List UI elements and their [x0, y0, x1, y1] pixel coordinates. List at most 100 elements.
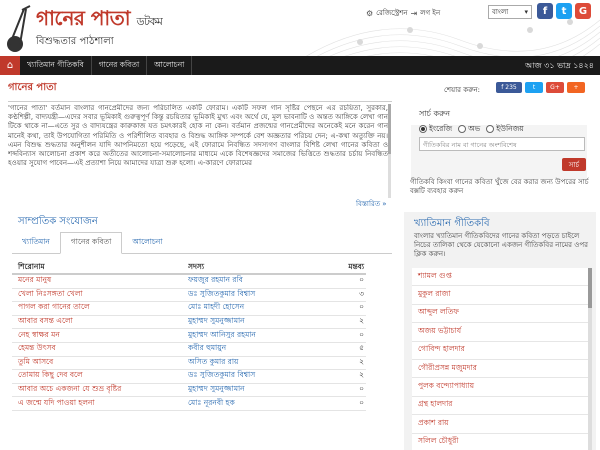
- table-row[interactable]: মনের মানুষ ফয়জুর রহমান রবি ০: [12, 275, 366, 289]
- table-row[interactable]: খেলা নিঃসঙ্গতা খেলা ডঃ সুজিতকুমার বিশ্বাস…: [12, 289, 366, 303]
- sidebar-description: বাংলার খ্যাতিমান গীতিকবিদের গানের কবিতা …: [414, 232, 589, 258]
- row-member[interactable]: মোঃ নূরনবী হক: [188, 398, 338, 410]
- music-notes-background: [306, 19, 600, 56]
- share-twitter-button[interactable]: t: [525, 82, 543, 93]
- table-row[interactable]: আবার অচে একজনা যে শুভ্র বৃষ্টির মুহাম্মদ …: [12, 384, 366, 398]
- table-row[interactable]: হেমন্ত উৎসব কবীর হুমায়ুন ৫: [12, 343, 366, 357]
- lyricist-list-scrollbar[interactable]: [588, 268, 592, 450]
- row-title[interactable]: পাগল করা গানের তালে: [12, 302, 188, 314]
- row-comments: ২: [359, 370, 364, 380]
- radio-label: ইংরেজি: [429, 124, 453, 133]
- lyricist-item[interactable]: আব্দুল লতিফ: [412, 304, 588, 324]
- table-row[interactable]: এ জন্মে যদি পাওয়া হলনা মোঃ নূরনবী হক ০: [12, 397, 366, 411]
- row-title[interactable]: নেহ স্বাক্ষর মন: [12, 330, 188, 342]
- logo-title: গানের পাতা: [36, 6, 131, 30]
- facebook-icon[interactable]: f: [537, 3, 553, 19]
- google-plus-icon[interactable]: G: [575, 3, 591, 19]
- row-comments: ০: [359, 384, 364, 394]
- row-member[interactable]: মুহাম্মদ সুমনুজ্জামান: [188, 384, 338, 396]
- recent-section-title: সাম্প্রতিক সংযোজন: [18, 216, 98, 227]
- row-title[interactable]: খেলা নিঃসঙ্গতা খেলা: [12, 289, 188, 301]
- table-row[interactable]: নেহ স্বাক্ষর মন মুহাম্মদ আনিসুর রহমান ০: [12, 329, 366, 343]
- recent-table: শিরোনাম সদস্য মন্তব্য মনের মানুষ ফয়জুর র…: [12, 262, 366, 411]
- radio-label: ইউনিজয়: [496, 124, 524, 133]
- radio-label: অভ: [468, 124, 481, 133]
- row-comments: ৫: [359, 343, 364, 353]
- language-select[interactable]: বাংলা ▾: [488, 5, 532, 19]
- table-row[interactable]: তোমায় কিছু দেব বলে ডঃ সুজিতকুমার বিশ্বাস…: [12, 370, 366, 384]
- top-links: ⚙ রেজিস্ট্রেশন ⇥ লগ ইন: [366, 7, 440, 19]
- radio-avro[interactable]: অভ: [458, 124, 480, 136]
- table-body: মনের মানুষ ফয়জুর রহমান রবি ০ খেলা নিঃসঙ্গত…: [12, 275, 366, 411]
- nav-item-lyrics[interactable]: গানের কবিতা: [92, 56, 148, 75]
- lyricist-item[interactable]: প্রকাশ রায়: [412, 415, 588, 434]
- row-title[interactable]: তোমায় কিছু দেব বলে: [12, 370, 188, 382]
- sidebar-title: খ্যাতিমান গীতিকবি: [414, 218, 490, 229]
- logo-dotcom: ডটকম: [136, 15, 163, 28]
- table-row[interactable]: তুমি আসবে অসিত কুমার রায় ২: [12, 357, 366, 371]
- tab-discussion[interactable]: আলোচনা: [122, 232, 172, 254]
- row-title[interactable]: আবার বসন্ত এলো: [12, 316, 188, 328]
- lyricist-item[interactable]: শ্যামল গুপ্ত: [412, 268, 588, 287]
- table-row[interactable]: আবার বসন্ত এলো মুহাম্মদ সুমনুজ্জামান ২: [12, 316, 366, 330]
- row-title[interactable]: এ জন্মে যদি পাওয়া হলনা: [12, 398, 188, 410]
- row-comments: ০: [359, 329, 364, 339]
- lyricist-item[interactable]: পুলক বন্দ্যোপাধ্যায়: [412, 378, 588, 397]
- row-member[interactable]: কবীর হুমায়ুন: [188, 343, 338, 355]
- row-member[interactable]: অসিত কুমার রায়: [188, 357, 338, 369]
- radio-english[interactable]: ইংরেজি: [419, 124, 452, 136]
- main-nav: ⌂ খ্যাতিমান গীতিকবি গানের কবিতা আলোচনা আ…: [0, 56, 600, 75]
- more-link[interactable]: বিস্তারিত »: [356, 198, 387, 210]
- lyricist-item[interactable]: সলিল চৌধুরী: [412, 433, 588, 450]
- lyricist-item[interactable]: অজয় ভট্টাচার্য: [412, 323, 588, 342]
- share-facebook-button[interactable]: f 235: [496, 82, 522, 93]
- divider: [8, 101, 392, 102]
- row-member[interactable]: মুহাম্মদ আনিসুর রহমান: [188, 330, 338, 342]
- lyricist-item[interactable]: গোবিন্দ হালদার: [412, 341, 588, 360]
- search-button[interactable]: সার্চ: [562, 158, 586, 171]
- register-link[interactable]: রেজিস্ট্রেশন: [376, 7, 407, 19]
- row-member[interactable]: ডঃ সুজিতকুমার বিশ্বাস: [188, 289, 338, 301]
- radio-button[interactable]: [458, 125, 467, 133]
- row-comments: ০: [359, 302, 364, 312]
- home-icon[interactable]: ⌂: [0, 56, 20, 75]
- row-title[interactable]: তুমি আসবে: [12, 357, 188, 369]
- lyricist-list: শ্যামল গুপ্ত মুকুল রাজা আব্দুল লতিফ অজয় ভট…: [412, 268, 588, 450]
- column-member-header: সদস্য: [188, 261, 205, 271]
- share-more-button[interactable]: +: [567, 82, 585, 93]
- lyricist-item[interactable]: গ্ৰন্থ হালদার: [412, 396, 588, 416]
- row-comments: ৩: [359, 288, 364, 298]
- row-member[interactable]: ডঃ সুজিতকুমার বিশ্বাস: [188, 370, 338, 382]
- current-date: আজ ৩১ ভাদ্র ১৪২৪: [525, 61, 594, 70]
- language-value: বাংলা: [492, 8, 509, 16]
- logo-tagline: বিশুদ্ধতার পাঠশালা: [36, 36, 114, 47]
- chevron-down-icon: ▾: [524, 8, 528, 16]
- row-title[interactable]: আবার অচে একজনা যে শুভ্র বৃষ্টির: [12, 384, 188, 396]
- radio-unijoy[interactable]: ইউনিজয়: [486, 124, 524, 136]
- nav-item-discussion[interactable]: আলোচনা: [147, 56, 193, 75]
- row-title[interactable]: হেমন্ত উৎসব: [12, 343, 188, 355]
- table-row[interactable]: পাগল করা গানের তালে মোঃ মাহদী হোসেন ০: [12, 302, 366, 316]
- twitter-icon[interactable]: t: [556, 3, 572, 19]
- gear-icon: ⚙: [366, 8, 374, 18]
- tab-lyricists[interactable]: খ্যাতিমান: [12, 232, 60, 254]
- lyricist-item[interactable]: মুকুল রাজা: [412, 286, 588, 305]
- intro-text: 'গানের পাতা' বর্তমান বাংলার গানপ্রেমীদের…: [8, 104, 388, 168]
- radio-button[interactable]: [486, 125, 495, 133]
- row-member[interactable]: ফয়জুর রহমান রবি: [188, 275, 338, 287]
- tab-lyrics[interactable]: গানের কবিতা: [59, 232, 123, 254]
- share-google-button[interactable]: G+: [546, 82, 564, 93]
- row-member[interactable]: মোঃ মাহদী হোসেন: [188, 302, 338, 314]
- login-link[interactable]: লগ ইন: [420, 7, 440, 19]
- search-input[interactable]: গীতিকবির নাম বা গানের অংশবিশেষ: [419, 137, 585, 151]
- site-logo[interactable]: গানের পাতা ডটকম: [36, 4, 163, 37]
- row-member[interactable]: মুহাম্মদ সুমনুজ্জামান: [188, 316, 338, 328]
- recent-tabs: খ্যাতিমান গানের কবিতা আলোচনা: [12, 232, 392, 254]
- lyricist-item[interactable]: গৌরীপ্রসন্ন মজুমদার: [412, 359, 588, 379]
- row-comments: ২: [359, 356, 364, 366]
- nav-item-lyricists[interactable]: খ্যাতিমান গীতিকবি: [20, 56, 92, 75]
- radio-button[interactable]: [419, 125, 427, 133]
- row-title[interactable]: মনের মানুষ: [12, 275, 188, 287]
- intro-scrollbar[interactable]: [388, 104, 391, 198]
- column-title-header: শিরোনাম: [18, 261, 45, 271]
